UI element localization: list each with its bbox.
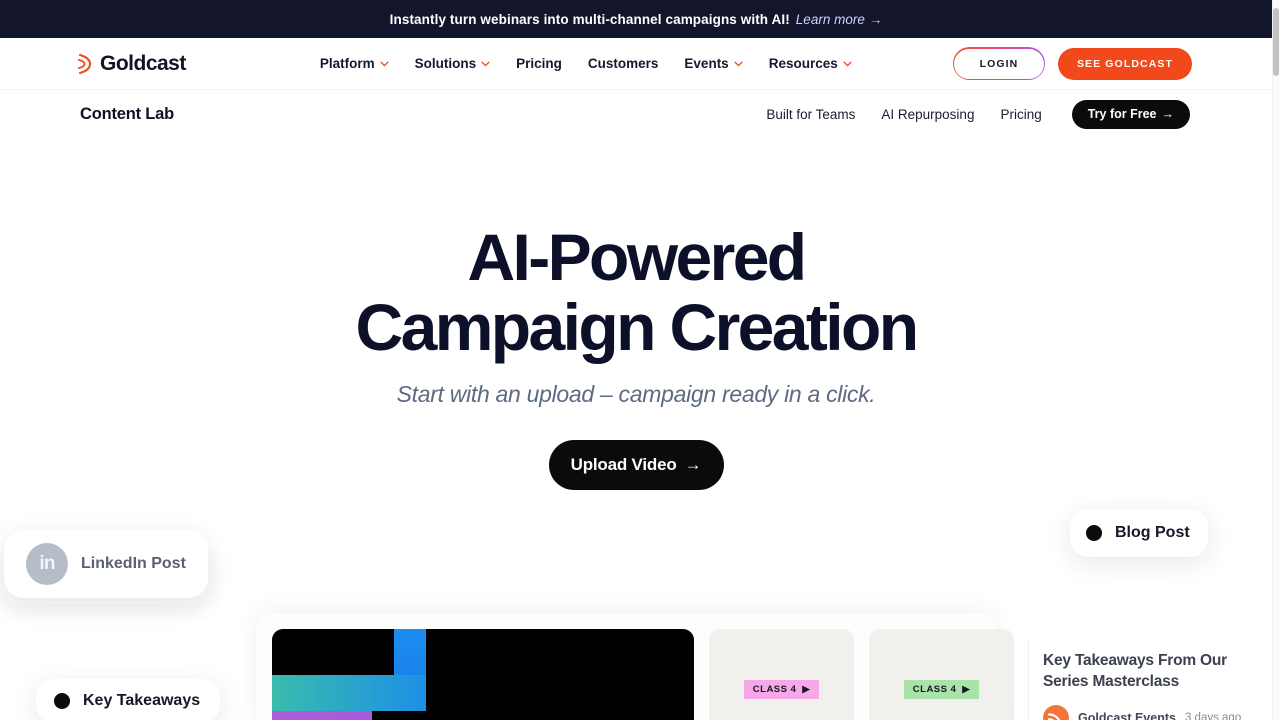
article-author: Goldcast Events bbox=[1078, 711, 1176, 720]
upload-video-label: Upload Video bbox=[570, 455, 677, 474]
dot-icon bbox=[1086, 525, 1102, 541]
nav-item-solutions[interactable]: Solutions bbox=[415, 56, 491, 71]
sub-navigation-links: Built for Teams AI Repurposing Pricing T… bbox=[766, 99, 1190, 129]
content-lab-title: Content Lab bbox=[80, 104, 175, 123]
subnav-item-ai-repurposing[interactable]: AI Repurposing bbox=[881, 107, 974, 122]
content-preview-panel: AISummit CLASS 4 ▶ CLASS 4 ▶ bbox=[256, 613, 1014, 720]
hero-heading-line-2: Campaign Creation bbox=[355, 290, 919, 364]
chevron-down-icon bbox=[843, 61, 852, 67]
class-badge-label: CLASS 4 bbox=[912, 683, 957, 695]
login-button[interactable]: LOGIN bbox=[952, 47, 1046, 80]
announcement-link-label: Learn more bbox=[795, 11, 865, 27]
decor-block-teal bbox=[272, 675, 426, 711]
upload-video-button[interactable]: Upload Video → bbox=[548, 440, 724, 490]
dot-icon bbox=[54, 693, 70, 709]
chevron-down-icon bbox=[380, 61, 389, 67]
nav-item-events[interactable]: Events bbox=[684, 56, 743, 71]
subnav-item-pricing[interactable]: Pricing bbox=[1000, 107, 1041, 122]
page-title: AI-Powered Campaign Creation bbox=[0, 222, 1272, 362]
linkedin-icon: in bbox=[26, 543, 68, 585]
chip-blog-post[interactable]: Blog Post bbox=[1070, 509, 1208, 557]
main-navigation: Goldcast Platform Solutions Pricing Cust… bbox=[0, 38, 1272, 90]
announcement-learn-more-link[interactable]: Learn more → bbox=[796, 12, 883, 27]
logo-text: Goldcast bbox=[100, 51, 186, 75]
see-goldcast-button[interactable]: SEE GOLDCAST bbox=[1057, 47, 1192, 80]
rss-icon bbox=[1043, 705, 1069, 720]
play-icon: ▶ bbox=[962, 683, 971, 695]
hero-section: AI-Powered Campaign Creation Start with … bbox=[0, 138, 1272, 490]
see-goldcast-button-label: SEE GOLDCAST bbox=[1076, 57, 1173, 70]
try-for-free-button[interactable]: Try for Free → bbox=[1071, 99, 1190, 129]
chip-key-takeaways[interactable]: Key Takeaways bbox=[36, 679, 221, 720]
chevron-down-icon bbox=[734, 61, 743, 67]
chevron-down-icon bbox=[481, 61, 490, 67]
scrollbar-track[interactable] bbox=[1272, 0, 1280, 720]
hero-subheading: Start with an upload – campaign ready in… bbox=[396, 381, 876, 407]
nav-item-platform[interactable]: Platform bbox=[320, 56, 389, 71]
nav-item-customers[interactable]: Customers bbox=[588, 56, 659, 71]
announcement-bar: Instantly turn webinars into multi-chann… bbox=[0, 0, 1272, 38]
mini-card-1[interactable]: CLASS 4 ▶ bbox=[709, 629, 854, 720]
article-timestamp: 3 days ago bbox=[1184, 712, 1242, 720]
nav-actions: LOGIN SEE GOLDCAST bbox=[952, 47, 1192, 80]
nav-item-label: Pricing bbox=[516, 56, 562, 71]
article-title: Key Takeaways From Our Series Masterclas… bbox=[1043, 652, 1227, 690]
nav-item-label: Resources bbox=[768, 56, 838, 71]
subnav-item-built-for-teams[interactable]: Built for Teams bbox=[766, 107, 855, 122]
mini-card-2[interactable]: CLASS 4 ▶ bbox=[869, 629, 1014, 720]
chip-label: LinkedIn Post bbox=[81, 555, 186, 572]
nav-item-label: Platform bbox=[319, 56, 375, 71]
sub-navigation: Content Lab Built for Teams AI Repurposi… bbox=[0, 90, 1272, 138]
nav-item-label: Customers bbox=[587, 56, 659, 71]
chip-label: Blog Post bbox=[1115, 524, 1190, 541]
arrow-right-icon: → bbox=[868, 11, 883, 27]
class-badge: CLASS 4 ▶ bbox=[903, 679, 980, 699]
article-card[interactable]: Key Takeaways From Our Series Masterclas… bbox=[1028, 640, 1276, 720]
scrollbar-thumb[interactable] bbox=[1273, 8, 1279, 76]
hero-heading-line-1: AI-Powered bbox=[467, 220, 807, 294]
nav-item-pricing[interactable]: Pricing bbox=[516, 56, 562, 71]
arrow-right-icon: → bbox=[684, 455, 702, 474]
arrow-right-icon: → bbox=[1161, 107, 1175, 121]
chip-label: Key Takeaways bbox=[83, 692, 201, 709]
announcement-text: Instantly turn webinars into multi-chann… bbox=[389, 11, 790, 27]
goldcast-arc-logo-icon bbox=[78, 53, 92, 74]
decor-block-purple bbox=[272, 711, 372, 720]
try-for-free-label: Try for Free bbox=[1087, 107, 1157, 121]
video-thumbnail[interactable]: AISummit bbox=[272, 629, 694, 720]
login-button-label: LOGIN bbox=[979, 57, 1019, 70]
play-icon: ▶ bbox=[802, 683, 811, 695]
article-meta: Goldcast Events 3 days ago bbox=[1043, 705, 1262, 720]
chip-linkedin-post[interactable]: in LinkedIn Post bbox=[4, 530, 208, 598]
nav-item-label: Events bbox=[684, 56, 729, 71]
goldcast-logo[interactable]: Goldcast bbox=[78, 52, 186, 76]
nav-links: Platform Solutions Pricing Customers Eve… bbox=[320, 56, 852, 71]
nav-item-label: Solutions bbox=[414, 56, 477, 71]
nav-item-resources[interactable]: Resources bbox=[769, 56, 852, 71]
linkedin-icon-text: in bbox=[39, 553, 55, 574]
class-badge: CLASS 4 ▶ bbox=[743, 679, 820, 699]
class-badge-label: CLASS 4 bbox=[752, 683, 797, 695]
